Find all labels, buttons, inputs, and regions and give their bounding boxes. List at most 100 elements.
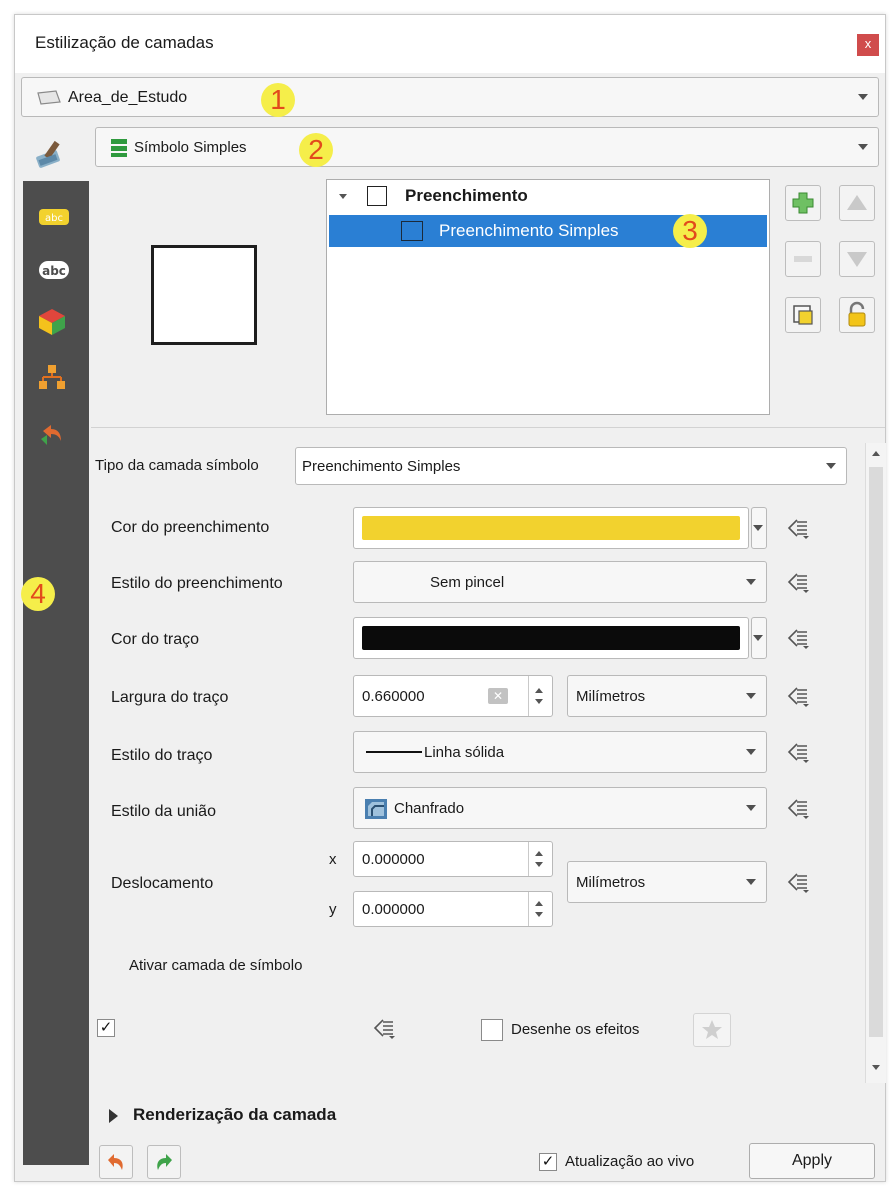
draw-effects-label: Desenhe os efeitos [511,1021,640,1038]
symbol-type-select[interactable]: Preenchimento Simples [295,447,847,485]
data-defined-override-icon[interactable] [785,797,811,819]
properties-scrollbar[interactable] [865,443,886,1083]
stroke-width-input[interactable]: 0.660000 ✕ [353,675,553,717]
offset-unit-select[interactable]: Milímetros [567,861,767,903]
spin-down-icon[interactable] [535,862,543,867]
chevron-down-icon [858,94,868,100]
spin-up-icon[interactable] [535,688,543,693]
undo-button[interactable] [99,1145,133,1179]
layer-select[interactable]: Area_de_Estudo [21,77,879,117]
stroke-color-button[interactable] [353,617,749,659]
clear-icon[interactable]: ✕ [488,688,508,704]
enable-layer-checkbox[interactable]: ✓ [97,1019,115,1037]
draw-effects-checkbox[interactable] [481,1019,503,1041]
fill-color-label: Cor do preenchimento [111,519,270,536]
svg-text:abc: abc [42,264,66,278]
data-defined-override-icon[interactable] [785,741,811,763]
spin-down-icon[interactable] [535,699,543,704]
spin-up-icon[interactable] [535,851,543,856]
spin-buttons[interactable] [528,892,550,926]
annotation-marker-4: 4 [21,577,55,611]
data-defined-override-icon[interactable] [785,517,811,539]
style-sidebar: abc abc 4 [21,181,89,1165]
stroke-style-label: Estilo do traço [111,747,213,764]
stroke-width-unit-select[interactable]: Milímetros [567,675,767,717]
labels-icon[interactable]: abc [37,205,75,235]
spin-buttons[interactable] [528,676,550,716]
scrollbar-thumb[interactable] [869,467,883,1037]
stroke-color-menu-button[interactable] [751,617,767,659]
fill-color-menu-button[interactable] [751,507,767,549]
chevron-down-icon [746,879,756,885]
data-defined-override-icon[interactable] [371,1017,397,1039]
renderer-name: Símbolo Simples [134,139,247,156]
minus-icon [794,256,812,262]
live-update-label: Atualização ao vivo [565,1153,695,1170]
stroke-color-swatch [362,626,740,650]
add-layer-button[interactable] [785,185,821,221]
arrow-up-icon [847,195,867,210]
remove-layer-button[interactable] [785,241,821,277]
arrow-down-icon [847,252,867,267]
scroll-up-icon[interactable] [872,451,880,456]
offset-x-label: x [329,851,337,868]
live-update-checkbox[interactable]: ✓ [539,1153,557,1171]
spin-down-icon[interactable] [535,912,543,917]
render-section-title[interactable]: Renderização da camada [133,1105,336,1125]
symbol-type-label: Tipo da camada símbolo [95,457,259,474]
close-button[interactable]: x [857,34,879,56]
annotation-marker-2: 2 [299,133,333,167]
3d-cube-icon[interactable] [37,307,75,337]
duplicate-icon [793,305,813,325]
stroke-style-value: Linha sólida [424,744,505,761]
apply-button[interactable]: Apply [749,1143,875,1179]
stroke-style-select[interactable]: Linha sólida [353,731,767,773]
spin-up-icon[interactable] [535,901,543,906]
redo-icon [157,1154,172,1170]
chevron-down-icon [746,805,756,811]
data-defined-override-icon[interactable] [785,685,811,707]
chevron-right-icon[interactable] [109,1109,118,1123]
fill-style-label: Estilo do preenchimento [111,575,283,592]
undo-icon [108,1154,123,1170]
diagram-icon[interactable] [37,363,75,393]
data-defined-override-icon[interactable] [785,571,811,593]
plus-icon [792,192,814,214]
move-down-button[interactable] [839,241,875,277]
fill-style-select[interactable]: Sem pincel [353,561,767,603]
join-style-label: Estilo da união [111,803,216,820]
chevron-down-icon[interactable] [339,194,347,199]
stroke-color-label: Cor do traço [111,631,200,648]
abc-icon[interactable]: abc [37,257,75,287]
history-icon[interactable] [37,419,75,449]
fill-symbol-icon [367,186,387,206]
fill-color-button[interactable] [353,507,749,549]
tree-root-label[interactable]: Preenchimento [405,186,528,206]
redo-button[interactable] [147,1145,181,1179]
divider [91,427,885,428]
single-symbol-icon [110,138,128,163]
stroke-width-value: 0.660000 [362,688,425,705]
data-defined-override-icon[interactable] [785,627,811,649]
duplicate-layer-button[interactable] [785,297,821,333]
fill-color-swatch [362,516,740,540]
tree-row-selected[interactable]: Preenchimento Simples 3 [329,214,767,248]
offset-y-input[interactable]: 0.000000 [353,891,553,927]
chevron-down-icon [858,144,868,150]
paintbrush-icon[interactable] [33,139,67,174]
renderer-select[interactable]: Símbolo Simples [95,127,879,167]
spin-buttons[interactable] [528,842,550,876]
symbol-layer-tree[interactable]: Preenchimento Preenchimento Simples 3 [326,179,770,415]
offset-x-input[interactable]: 0.000000 [353,841,553,877]
layer-styling-panel: Estilização de camadas x Area_de_Estudo … [14,14,886,1182]
join-style-select[interactable]: Chanfrado [353,787,767,829]
effects-button[interactable] [693,1013,731,1047]
move-up-button[interactable] [839,185,875,221]
chevron-down-icon [746,579,756,585]
tree-child-label: Preenchimento Simples [439,221,619,240]
scroll-down-icon[interactable] [872,1065,880,1070]
data-defined-override-icon[interactable] [785,871,811,893]
offset-y-label: y [329,901,337,918]
lock-layer-button[interactable] [839,297,875,333]
chevron-down-icon [826,463,836,469]
